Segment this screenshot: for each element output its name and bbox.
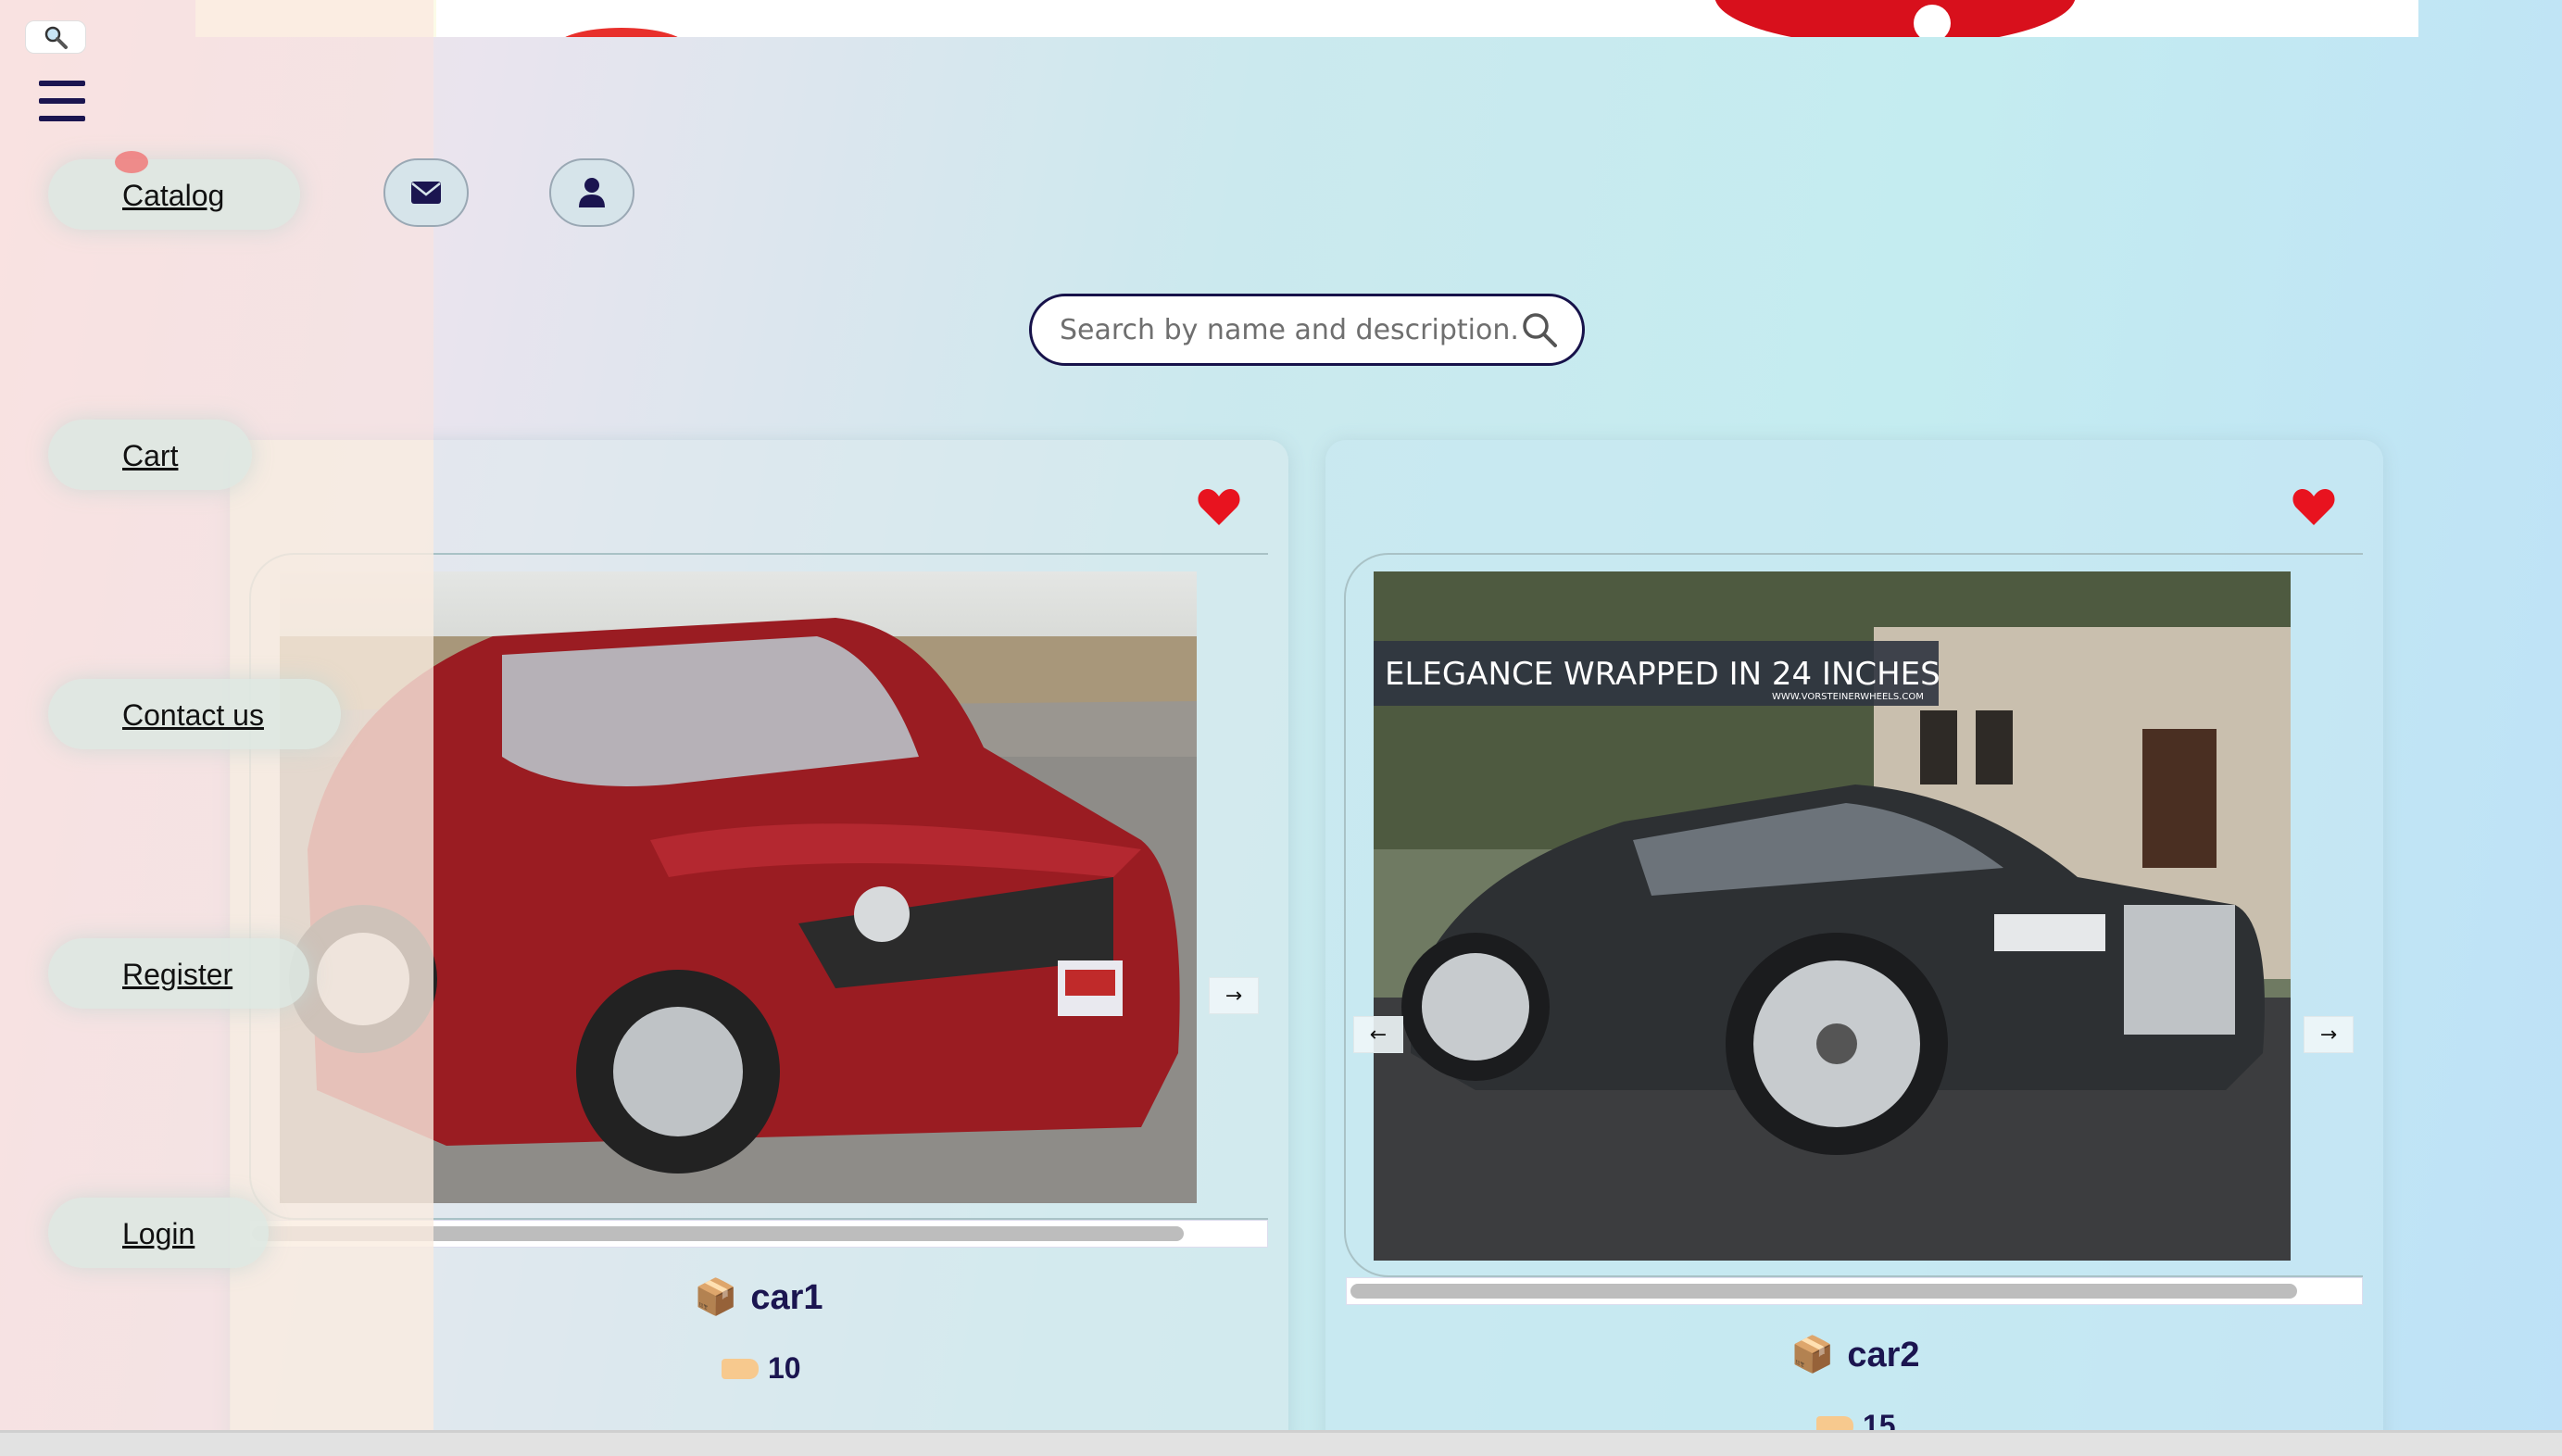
product-card[interactable]: ELEGANCE WRAPPED IN 24 INCHES WWW.VORSTE…	[1325, 440, 2383, 1456]
mail-button[interactable]	[383, 158, 469, 227]
gallery-scrollbar[interactable]	[1346, 1277, 2363, 1305]
search-icon	[44, 26, 68, 49]
search-input[interactable]	[1060, 313, 1521, 346]
product-price: 10	[768, 1351, 801, 1385]
product-photo: ELEGANCE WRAPPED IN 24 INCHES WWW.VORSTE…	[1374, 571, 2291, 1261]
next-image-button[interactable]: →	[2304, 1016, 2354, 1053]
favorite-heart-icon[interactable]	[2292, 486, 2336, 527]
sidebar-item-register[interactable]: Register	[122, 958, 232, 992]
photo-caption: ELEGANCE WRAPPED IN 24 INCHES	[1385, 656, 1940, 693]
notification-badge	[115, 151, 148, 173]
prev-image-button[interactable]: ←	[1353, 1016, 1403, 1053]
horizontal-scrollbar[interactable]	[0, 1430, 2562, 1456]
photo-subcaption: WWW.VORSTEINERWHEELS.COM	[1772, 692, 1924, 702]
magnifier-icon[interactable]	[1521, 311, 1558, 348]
search-bar	[1029, 294, 1585, 366]
next-image-button[interactable]: →	[1209, 977, 1259, 1014]
sidebar-item-login[interactable]: Login	[122, 1217, 195, 1251]
envelope-icon	[411, 182, 441, 204]
package-icon: 📦	[694, 1278, 738, 1317]
product-name: car2	[1847, 1335, 1920, 1374]
top-banner-image	[195, 0, 2418, 37]
sidebar-item-contact-us[interactable]: Contact us	[122, 698, 264, 733]
price-tag-icon	[722, 1358, 759, 1379]
product-name: car1	[750, 1277, 823, 1317]
hamburger-icon[interactable]	[39, 81, 85, 121]
user-button[interactable]	[549, 158, 634, 227]
favorite-heart-icon[interactable]	[1197, 486, 1241, 527]
user-icon	[579, 178, 605, 207]
sidebar-item-catalog[interactable]: Catalog	[122, 179, 224, 213]
sidebar-item-cart[interactable]: Cart	[122, 439, 178, 473]
package-icon: 📦	[1790, 1336, 1835, 1374]
search-toggle-button[interactable]	[25, 20, 86, 54]
